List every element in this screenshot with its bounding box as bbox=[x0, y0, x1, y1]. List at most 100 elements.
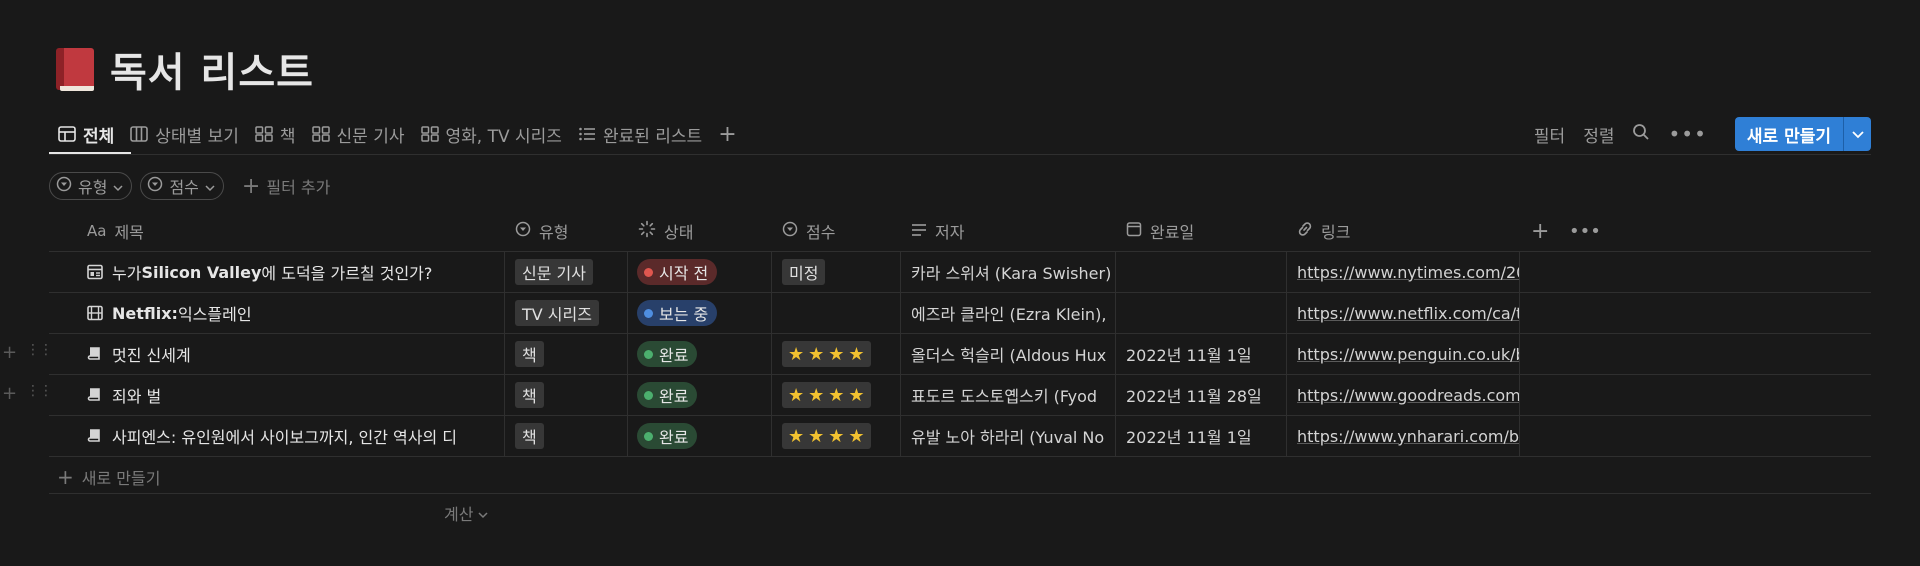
status-cell[interactable]: 보는 중 bbox=[637, 293, 718, 333]
drag-handle-icon[interactable]: ⋮⋮ bbox=[26, 383, 53, 399]
type-cell[interactable]: TV 시리즈 bbox=[515, 293, 599, 333]
author-cell[interactable]: 유발 노아 하라리 (Yuval No bbox=[911, 416, 1111, 456]
drag-handle-icon[interactable]: ⋮⋮ bbox=[26, 342, 53, 358]
row-title[interactable]: 누가 Silicon Valley 에 도덕을 가르칠 것인가? bbox=[87, 252, 497, 292]
row-title[interactable]: 멋진 신세계 bbox=[87, 334, 497, 374]
author-cell[interactable]: 에즈라 클라인 (Ezra Klein), bbox=[911, 293, 1111, 333]
row-title-text: 멋진 신세계 bbox=[112, 346, 191, 365]
new-button[interactable]: 새로 만들기 bbox=[1734, 117, 1843, 151]
calculate-button[interactable]: 계산 bbox=[444, 493, 488, 533]
row-title-text: Netflix: bbox=[112, 303, 178, 323]
filter-chip-label: 유형 bbox=[78, 178, 108, 197]
link-text[interactable]: https://www.nytimes.com/201 bbox=[1297, 263, 1519, 282]
row-title-text: 누가 bbox=[112, 264, 142, 283]
link-text[interactable]: https://www.penguin.co.uk/bo bbox=[1297, 345, 1519, 364]
type-tag: 책 bbox=[515, 341, 544, 367]
completed-date-cell[interactable] bbox=[1126, 252, 1281, 292]
column-header-completed[interactable]: 완료일 bbox=[1126, 211, 1194, 251]
new-button-group: 새로 만들기 bbox=[1734, 117, 1871, 151]
status-cell[interactable]: 시작 전 bbox=[637, 252, 718, 292]
row-title-text: Silicon Valley bbox=[141, 262, 262, 282]
tab-movies-tv[interactable]: 영화, TV 시리즈 bbox=[413, 114, 570, 154]
author-cell[interactable]: 표도르 도스토옙스키 (Fyod bbox=[911, 375, 1111, 415]
column-more-icon[interactable]: ••• bbox=[1569, 211, 1601, 251]
tab-completed-list[interactable]: 완료된 리스트 bbox=[570, 114, 710, 154]
more-options-icon[interactable]: ••• bbox=[1668, 122, 1706, 146]
add-view-button[interactable]: + bbox=[710, 114, 744, 154]
sort-button[interactable]: 정렬 bbox=[1583, 122, 1614, 147]
link-cell[interactable]: https://www.goodreads.com/l bbox=[1297, 375, 1519, 415]
status-dot bbox=[644, 390, 653, 400]
add-column-button[interactable]: + bbox=[1531, 211, 1549, 251]
search-icon[interactable] bbox=[1632, 123, 1650, 146]
type-cell[interactable]: 신문 기사 bbox=[515, 252, 593, 292]
link-cell[interactable]: https://www.ynharari.com/boo bbox=[1297, 416, 1519, 456]
score-cell[interactable]: ★ ★ ★ ★ bbox=[782, 416, 871, 456]
star-icon: ★ bbox=[848, 384, 865, 406]
column-header-author[interactable]: 저자 bbox=[911, 211, 964, 251]
column-header-link[interactable]: 링크 bbox=[1297, 211, 1350, 251]
tab-books[interactable]: 책 bbox=[247, 114, 304, 154]
new-row-button[interactable]: + 새로 만들기 bbox=[57, 457, 160, 497]
score-cell[interactable]: ★ ★ ★ ★ bbox=[782, 375, 871, 415]
completed-date-cell[interactable]: 2022년 11월 28일 bbox=[1126, 375, 1281, 415]
add-row-icon[interactable]: + bbox=[2, 383, 17, 404]
link-text[interactable]: https://www.goodreads.com/l bbox=[1297, 386, 1519, 405]
book-icon bbox=[87, 346, 103, 362]
row-title-text: 익스플레인 bbox=[177, 305, 252, 324]
filter-chip-type[interactable]: 유형 bbox=[49, 172, 133, 200]
type-cell[interactable]: 책 bbox=[515, 334, 544, 374]
score-cell[interactable]: ★ ★ ★ ★ bbox=[782, 334, 871, 374]
new-dropdown-button[interactable] bbox=[1843, 117, 1871, 151]
score-cell[interactable]: 미정 bbox=[782, 252, 826, 292]
type-tag: 책 bbox=[515, 423, 544, 449]
link-cell[interactable]: https://www.penguin.co.uk/bo bbox=[1297, 334, 1519, 374]
column-header-type[interactable]: 유형 bbox=[515, 211, 568, 251]
completed-date-cell[interactable]: 2022년 11월 1일 bbox=[1126, 416, 1281, 456]
tab-news-articles[interactable]: 신문 기사 bbox=[304, 114, 413, 154]
status-cell[interactable]: 완료 bbox=[637, 416, 698, 456]
list-icon bbox=[578, 126, 596, 142]
column-header-status[interactable]: 상태 bbox=[638, 211, 693, 251]
filter-chip-score[interactable]: 점수 bbox=[140, 172, 224, 200]
status-label: 시작 전 bbox=[659, 264, 709, 283]
column-divider bbox=[771, 251, 772, 456]
column-header-score[interactable]: 점수 bbox=[782, 211, 835, 251]
link-cell[interactable]: https://www.nytimes.com/201 bbox=[1297, 252, 1519, 292]
tab-by-status[interactable]: 상태별 보기 bbox=[122, 114, 247, 154]
page-title[interactable]: 독서 리스트 bbox=[110, 40, 314, 98]
add-filter-button[interactable]: + 필터 추가 bbox=[242, 174, 330, 199]
type-cell[interactable]: 책 bbox=[515, 416, 544, 456]
star-icon: ★ bbox=[788, 384, 805, 406]
view-tabs: 전체 상태별 보기 책 신문 기사 영화, TV 시리즈 완료된 리스트 + bbox=[50, 114, 745, 154]
column-header-title[interactable]: Aa 제목 bbox=[87, 211, 144, 251]
status-badge: 보는 중 bbox=[637, 300, 718, 326]
column-label: 저자 bbox=[935, 223, 965, 242]
column-divider bbox=[1519, 251, 1520, 456]
book-icon bbox=[87, 387, 103, 403]
author-cell[interactable]: 카라 스위셔 (Kara Swisher) bbox=[911, 252, 1111, 292]
status-cell[interactable]: 완료 bbox=[637, 334, 698, 374]
plus-icon: + bbox=[241, 173, 261, 199]
status-cell[interactable]: 완료 bbox=[637, 375, 698, 415]
red-book-icon[interactable] bbox=[54, 46, 96, 92]
type-cell[interactable]: 책 bbox=[515, 375, 544, 415]
link-text[interactable]: https://www.netflix.com/ca/tit bbox=[1297, 304, 1519, 323]
link-cell[interactable]: https://www.netflix.com/ca/tit bbox=[1297, 293, 1519, 333]
completed-date-cell[interactable]: 2022년 11월 1일 bbox=[1126, 334, 1281, 374]
add-row-icon[interactable]: + bbox=[2, 342, 17, 363]
row-title[interactable]: Netflix: 익스플레인 bbox=[87, 293, 497, 333]
star-rating: ★ ★ ★ ★ bbox=[782, 423, 871, 449]
author-cell[interactable]: 올더스 헉슬리 (Aldous Hux bbox=[911, 334, 1111, 374]
row-title[interactable]: 죄와 벌 bbox=[87, 375, 497, 415]
column-label: 유형 bbox=[539, 223, 569, 242]
star-icon: ★ bbox=[808, 425, 825, 447]
filter-button[interactable]: 필터 bbox=[1534, 122, 1565, 147]
row-title[interactable]: 사피엔스: 유인원에서 사이보그까지, 인간 역사의 디 bbox=[87, 416, 497, 456]
tab-all[interactable]: 전체 bbox=[50, 114, 122, 154]
filter-bar: 유형 점수 + 필터 추가 bbox=[49, 171, 330, 201]
chevron-down-icon bbox=[205, 177, 215, 196]
link-text[interactable]: https://www.ynharari.com/boo bbox=[1297, 427, 1519, 446]
gallery-icon bbox=[311, 126, 330, 142]
column-divider bbox=[900, 251, 901, 456]
